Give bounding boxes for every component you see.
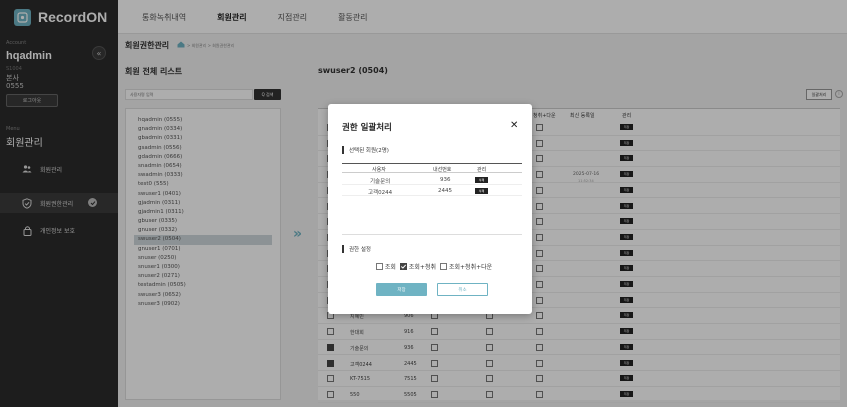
modal-title: 권한 일괄처리 <box>342 123 392 133</box>
close-icon[interactable]: ✕ <box>510 120 518 131</box>
delete-button[interactable]: 삭제 <box>475 177 488 183</box>
perm-view-listen-download-checkbox[interactable] <box>439 263 447 270</box>
perm-view-listen-download-label: 조회+청취+다운 <box>448 264 493 271</box>
modal-header-manage: 관리 <box>477 167 487 173</box>
modal-header-extension: 내선번호 <box>433 167 452 173</box>
modal-table-row: 고객0244 2445 삭제 <box>342 186 522 196</box>
modal-table-row: 기술문의 936 삭제 <box>342 175 522 185</box>
permission-settings-label: 권한 설정 <box>342 245 371 253</box>
cancel-button[interactable]: 취소 <box>437 283 488 296</box>
permission-options: 조회 조회+청취 조회+청취+다운 <box>342 262 522 271</box>
modal-row-user: 고객0244 <box>368 190 393 196</box>
modal-row-user: 기술문의 <box>370 179 391 185</box>
perm-view-listen-checkbox[interactable] <box>399 263 407 270</box>
save-button[interactable]: 저장 <box>376 283 427 296</box>
perm-view-listen-label: 조회+청취 <box>408 264 436 271</box>
perm-view-checkbox[interactable] <box>375 263 383 270</box>
modal-row-extension: 936 <box>440 177 451 183</box>
modal-row-extension: 2445 <box>438 188 452 194</box>
modal-table-header: 사용자 내선번호 관리 <box>342 163 522 173</box>
selected-members-label: 선택된 회원(2명) <box>342 146 389 154</box>
perm-view-label: 조회 <box>384 264 396 271</box>
modal-divider <box>342 234 522 235</box>
bulk-permission-modal: 권한 일괄처리 ✕ 선택된 회원(2명) 사용자 내선번호 관리 기술문의 93… <box>328 104 532 314</box>
modal-header-user: 사용자 <box>372 167 386 173</box>
delete-button[interactable]: 삭제 <box>475 188 488 194</box>
